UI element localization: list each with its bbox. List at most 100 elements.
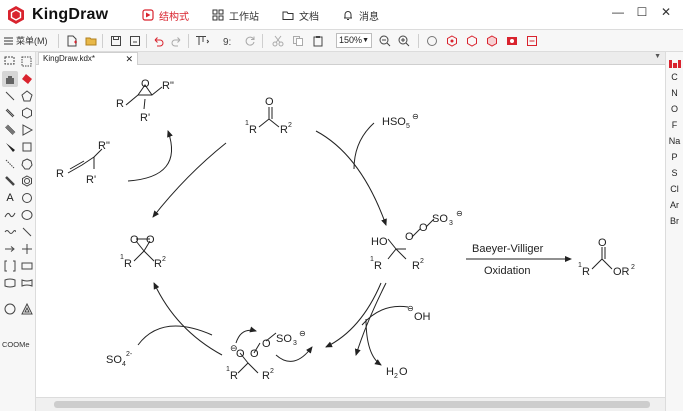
align-button[interactable]	[194, 33, 210, 49]
circle-icon	[22, 193, 32, 203]
coome-label[interactable]: COOMe	[2, 340, 30, 349]
cycle-arrow-top[interactable]	[152, 142, 227, 218]
close-icon[interactable]: ✕	[125, 53, 133, 65]
horizontal-scrollbar[interactable]	[36, 397, 665, 411]
minimize-button[interactable]: —	[608, 5, 628, 23]
rotate-button[interactable]	[242, 33, 258, 49]
document-tab[interactable]: KingDraw.kdx* ✕	[38, 52, 138, 65]
arrow-tool[interactable]	[2, 241, 18, 257]
banner-tool[interactable]	[19, 275, 35, 291]
flip-button[interactable]: 9:	[222, 33, 238, 49]
element-cl[interactable]: Cl	[666, 184, 683, 194]
zoom-out-button[interactable]	[377, 33, 393, 49]
criegee-o1: O	[405, 231, 414, 243]
nav-documents[interactable]: 文档	[282, 6, 319, 24]
check-tool-button[interactable]	[484, 33, 500, 49]
square-tool[interactable]	[19, 139, 35, 155]
close-button[interactable]: ✕	[656, 5, 676, 23]
copy-button[interactable]	[290, 33, 306, 49]
nav-workstation[interactable]: 工作站	[212, 6, 259, 24]
zoom-in-button[interactable]	[396, 33, 412, 49]
element-ar[interactable]: Ar	[666, 200, 683, 210]
save-button[interactable]	[108, 33, 124, 49]
single-bond-tool[interactable]	[2, 88, 18, 104]
shield-check-icon	[487, 35, 497, 47]
ring-tool-button[interactable]	[424, 33, 440, 49]
bracket-tool[interactable]	[2, 258, 18, 274]
nav-structure[interactable]: 结构式	[142, 6, 189, 24]
nav-workstation-label: 工作站	[229, 11, 259, 23]
hydroxide-curved-arrow[interactable]	[361, 305, 409, 326]
text-tool[interactable]: A	[2, 190, 18, 206]
rectangle-tool[interactable]	[19, 258, 35, 274]
scrollbar-thumb[interactable]	[54, 401, 650, 408]
new-file-button[interactable]	[64, 33, 80, 49]
chevron-down-icon: ▼	[362, 37, 369, 44]
bio-tool-button[interactable]	[504, 33, 520, 49]
menu-button[interactable]: 菜单(M)	[4, 34, 48, 47]
bold-bond-tool[interactable]	[2, 173, 18, 189]
dioxirane-o1: O	[130, 234, 139, 246]
reagent-curved-arrow[interactable]	[353, 122, 375, 170]
benzene-tool[interactable]	[19, 173, 35, 189]
hand-tool[interactable]	[2, 71, 18, 87]
nav-messages[interactable]: 消息	[342, 6, 379, 24]
hash-bond-tool[interactable]	[2, 156, 18, 172]
toolbar-divider	[262, 34, 263, 48]
pentagon-tool[interactable]	[19, 88, 35, 104]
circle-shape-tool[interactable]	[19, 190, 35, 206]
circle-fill-tool[interactable]	[2, 301, 18, 317]
orbital-tool[interactable]	[2, 275, 18, 291]
wedge-bond-tool[interactable]	[2, 139, 18, 155]
cycle-arrow-bottom[interactable]	[153, 282, 223, 356]
select-tool[interactable]	[19, 54, 35, 70]
wave-tool[interactable]	[2, 224, 18, 240]
template-tool-button[interactable]	[524, 33, 540, 49]
chevron-down-icon[interactable]: ▼	[654, 53, 661, 60]
nav-structure-label: 结构式	[159, 11, 189, 23]
clean-tool-button[interactable]	[464, 33, 480, 49]
triangle-outline-icon	[21, 303, 33, 315]
sulfate-curved-arrow[interactable]	[137, 325, 213, 346]
electron-arrow-2[interactable]	[275, 346, 313, 362]
toolbar-divider	[102, 34, 103, 48]
ellipse-tool[interactable]	[19, 207, 35, 223]
element-f[interactable]: F	[666, 120, 683, 130]
zoom-select[interactable]: 150% ▼	[336, 33, 372, 48]
symbol-tool[interactable]	[19, 301, 35, 317]
curve-tool[interactable]	[2, 207, 18, 223]
periodic-table-button[interactable]	[666, 58, 683, 70]
redo-button[interactable]	[169, 33, 185, 49]
cut-button[interactable]	[270, 33, 286, 49]
open-file-button[interactable]	[83, 33, 99, 49]
line-tool[interactable]	[19, 224, 35, 240]
electron-arrow-1[interactable]	[235, 326, 257, 344]
element-s[interactable]: S	[666, 168, 683, 178]
undo-button[interactable]	[150, 33, 166, 49]
double-bond-tool[interactable]	[2, 105, 18, 121]
kingdraw-logo-icon	[8, 6, 24, 24]
triple-bond-tool[interactable]	[2, 122, 18, 138]
triangle-tool[interactable]	[19, 122, 35, 138]
save-as-button[interactable]	[127, 33, 143, 49]
element-na[interactable]: Na	[666, 136, 683, 146]
ester-or: OR	[613, 266, 630, 278]
paste-button[interactable]	[310, 33, 326, 49]
restore-button[interactable]: ☐	[632, 5, 652, 23]
cyclohexane-tool[interactable]	[19, 156, 35, 172]
water-curved-arrow[interactable]	[365, 318, 382, 366]
lasso-tool[interactable]	[2, 54, 18, 70]
drawing-canvas[interactable]: O 1 R R 2 HSO 5 ⊖ HO O O SO 3 ⊖ 1 R R 2 …	[36, 65, 665, 397]
element-br[interactable]: Br	[666, 216, 683, 226]
element-n[interactable]: N	[666, 88, 683, 98]
hexagon-tool[interactable]	[19, 105, 35, 121]
element-c[interactable]: C	[666, 72, 683, 82]
element-p[interactable]: P	[666, 152, 683, 162]
plus-tool[interactable]	[19, 241, 35, 257]
cycle-arrow-right-top[interactable]	[315, 130, 387, 226]
alkene-curved-arrow[interactable]	[127, 130, 173, 182]
copy-icon	[293, 36, 303, 46]
hex-tool-button[interactable]	[444, 33, 460, 49]
element-o[interactable]: O	[666, 104, 683, 114]
eraser-tool[interactable]	[19, 71, 35, 87]
